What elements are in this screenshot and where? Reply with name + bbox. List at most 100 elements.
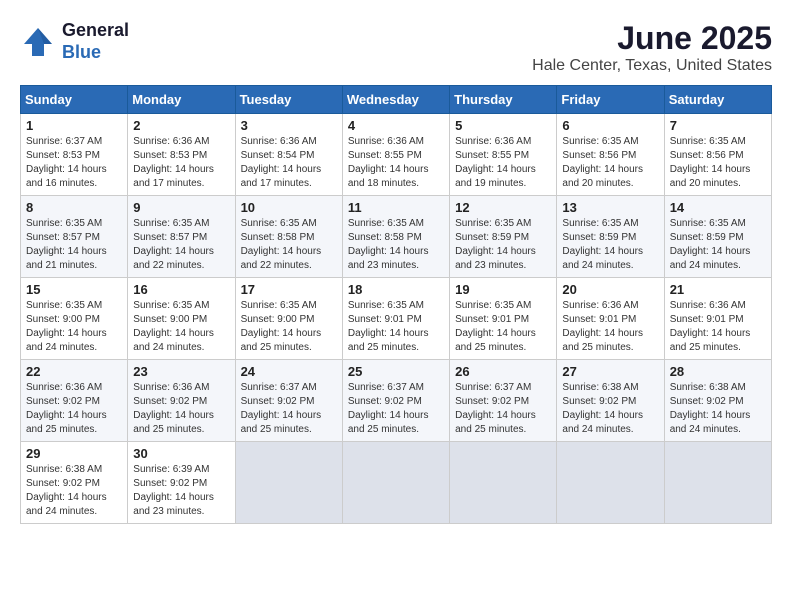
day-info: Sunrise: 6:35 AM Sunset: 9:00 PM Dayligh… xyxy=(241,299,337,355)
calendar-day-cell: 17 Sunrise: 6:35 AM Sunset: 9:00 PM Dayl… xyxy=(235,278,342,360)
day-info: Sunrise: 6:35 AM Sunset: 8:59 PM Dayligh… xyxy=(562,217,658,273)
calendar-day-cell: 25 Sunrise: 6:37 AM Sunset: 9:02 PM Dayl… xyxy=(342,360,449,442)
sunrise-label: Sunrise: 6:36 AM xyxy=(348,136,424,147)
daylight-label: Daylight: 14 hours and 21 minutes. xyxy=(26,246,107,271)
day-info: Sunrise: 6:38 AM Sunset: 9:02 PM Dayligh… xyxy=(562,381,658,437)
sunset-label: Sunset: 9:00 PM xyxy=(241,314,315,325)
daylight-label: Daylight: 14 hours and 16 minutes. xyxy=(26,164,107,189)
day-number: 27 xyxy=(562,364,658,379)
sunrise-label: Sunrise: 6:37 AM xyxy=(455,382,531,393)
calendar-day-cell: 20 Sunrise: 6:36 AM Sunset: 9:01 PM Dayl… xyxy=(557,278,664,360)
calendar-week-3: 15 Sunrise: 6:35 AM Sunset: 9:00 PM Dayl… xyxy=(21,278,772,360)
day-info: Sunrise: 6:36 AM Sunset: 8:55 PM Dayligh… xyxy=(348,135,444,191)
day-number: 4 xyxy=(348,118,444,133)
day-info: Sunrise: 6:36 AM Sunset: 9:01 PM Dayligh… xyxy=(670,299,766,355)
daylight-label: Daylight: 14 hours and 25 minutes. xyxy=(670,328,751,353)
day-info: Sunrise: 6:37 AM Sunset: 9:02 PM Dayligh… xyxy=(241,381,337,437)
sunset-label: Sunset: 8:53 PM xyxy=(133,150,207,161)
sunset-label: Sunset: 9:02 PM xyxy=(670,396,744,407)
day-number: 25 xyxy=(348,364,444,379)
day-number: 23 xyxy=(133,364,229,379)
daylight-label: Daylight: 14 hours and 24 minutes. xyxy=(26,492,107,517)
day-number: 19 xyxy=(455,282,551,297)
daylight-label: Daylight: 14 hours and 17 minutes. xyxy=(133,164,214,189)
page-header: General Blue June 2025 Hale Center, Texa… xyxy=(20,20,772,75)
logo: General Blue xyxy=(20,20,129,63)
day-info: Sunrise: 6:35 AM Sunset: 8:56 PM Dayligh… xyxy=(670,135,766,191)
sunset-label: Sunset: 8:59 PM xyxy=(562,232,636,243)
calendar-day-cell: 30 Sunrise: 6:39 AM Sunset: 9:02 PM Dayl… xyxy=(128,442,235,524)
daylight-label: Daylight: 14 hours and 25 minutes. xyxy=(241,328,322,353)
daylight-label: Daylight: 14 hours and 25 minutes. xyxy=(562,328,643,353)
sunset-label: Sunset: 8:57 PM xyxy=(133,232,207,243)
day-info: Sunrise: 6:35 AM Sunset: 8:59 PM Dayligh… xyxy=(670,217,766,273)
calendar-day-cell: 12 Sunrise: 6:35 AM Sunset: 8:59 PM Dayl… xyxy=(450,196,557,278)
calendar-day-cell: 14 Sunrise: 6:35 AM Sunset: 8:59 PM Dayl… xyxy=(664,196,771,278)
sunrise-label: Sunrise: 6:35 AM xyxy=(455,300,531,311)
day-info: Sunrise: 6:36 AM Sunset: 8:54 PM Dayligh… xyxy=(241,135,337,191)
calendar-day-cell: 4 Sunrise: 6:36 AM Sunset: 8:55 PM Dayli… xyxy=(342,114,449,196)
calendar-day-cell: 8 Sunrise: 6:35 AM Sunset: 8:57 PM Dayli… xyxy=(21,196,128,278)
calendar-day-cell xyxy=(342,442,449,524)
day-info: Sunrise: 6:39 AM Sunset: 9:02 PM Dayligh… xyxy=(133,463,229,519)
day-info: Sunrise: 6:37 AM Sunset: 9:02 PM Dayligh… xyxy=(455,381,551,437)
sunrise-label: Sunrise: 6:37 AM xyxy=(348,382,424,393)
calendar-day-cell: 27 Sunrise: 6:38 AM Sunset: 9:02 PM Dayl… xyxy=(557,360,664,442)
day-info: Sunrise: 6:35 AM Sunset: 9:01 PM Dayligh… xyxy=(348,299,444,355)
sunset-label: Sunset: 8:55 PM xyxy=(348,150,422,161)
day-number: 5 xyxy=(455,118,551,133)
location: Hale Center, Texas, United States xyxy=(532,57,772,75)
sunset-label: Sunset: 8:58 PM xyxy=(241,232,315,243)
day-number: 20 xyxy=(562,282,658,297)
sunrise-label: Sunrise: 6:39 AM xyxy=(133,464,209,475)
daylight-label: Daylight: 14 hours and 20 minutes. xyxy=(670,164,751,189)
calendar-day-cell: 26 Sunrise: 6:37 AM Sunset: 9:02 PM Dayl… xyxy=(450,360,557,442)
daylight-label: Daylight: 14 hours and 25 minutes. xyxy=(348,410,429,435)
daylight-label: Daylight: 14 hours and 23 minutes. xyxy=(133,492,214,517)
sunset-label: Sunset: 9:00 PM xyxy=(133,314,207,325)
day-number: 28 xyxy=(670,364,766,379)
day-number: 18 xyxy=(348,282,444,297)
header-sunday: Sunday xyxy=(21,86,128,114)
weekday-header-row: Sunday Monday Tuesday Wednesday Thursday… xyxy=(21,86,772,114)
logo-icon xyxy=(20,24,56,60)
daylight-label: Daylight: 14 hours and 25 minutes. xyxy=(455,410,536,435)
day-number: 9 xyxy=(133,200,229,215)
day-info: Sunrise: 6:35 AM Sunset: 8:56 PM Dayligh… xyxy=(562,135,658,191)
header-monday: Monday xyxy=(128,86,235,114)
day-info: Sunrise: 6:35 AM Sunset: 8:58 PM Dayligh… xyxy=(348,217,444,273)
day-number: 17 xyxy=(241,282,337,297)
title-area: June 2025 Hale Center, Texas, United Sta… xyxy=(532,20,772,75)
sunrise-label: Sunrise: 6:35 AM xyxy=(348,218,424,229)
sunset-label: Sunset: 8:59 PM xyxy=(670,232,744,243)
sunrise-label: Sunrise: 6:35 AM xyxy=(562,136,638,147)
day-number: 10 xyxy=(241,200,337,215)
day-info: Sunrise: 6:35 AM Sunset: 8:57 PM Dayligh… xyxy=(26,217,122,273)
sunrise-label: Sunrise: 6:38 AM xyxy=(26,464,102,475)
sunset-label: Sunset: 9:01 PM xyxy=(348,314,422,325)
calendar-day-cell: 15 Sunrise: 6:35 AM Sunset: 9:00 PM Dayl… xyxy=(21,278,128,360)
sunrise-label: Sunrise: 6:36 AM xyxy=(562,300,638,311)
calendar-day-cell: 10 Sunrise: 6:35 AM Sunset: 8:58 PM Dayl… xyxy=(235,196,342,278)
calendar-day-cell: 3 Sunrise: 6:36 AM Sunset: 8:54 PM Dayli… xyxy=(235,114,342,196)
calendar-day-cell: 6 Sunrise: 6:35 AM Sunset: 8:56 PM Dayli… xyxy=(557,114,664,196)
sunset-label: Sunset: 9:02 PM xyxy=(348,396,422,407)
sunset-label: Sunset: 8:57 PM xyxy=(26,232,100,243)
header-friday: Friday xyxy=(557,86,664,114)
sunset-label: Sunset: 8:53 PM xyxy=(26,150,100,161)
day-number: 8 xyxy=(26,200,122,215)
day-info: Sunrise: 6:36 AM Sunset: 9:01 PM Dayligh… xyxy=(562,299,658,355)
sunrise-label: Sunrise: 6:35 AM xyxy=(670,136,746,147)
calendar-day-cell: 13 Sunrise: 6:35 AM Sunset: 8:59 PM Dayl… xyxy=(557,196,664,278)
sunrise-label: Sunrise: 6:35 AM xyxy=(133,218,209,229)
calendar-week-1: 1 Sunrise: 6:37 AM Sunset: 8:53 PM Dayli… xyxy=(21,114,772,196)
sunrise-label: Sunrise: 6:35 AM xyxy=(241,218,317,229)
logo-text: General Blue xyxy=(62,20,129,63)
sunrise-label: Sunrise: 6:35 AM xyxy=(26,300,102,311)
sunrise-label: Sunrise: 6:35 AM xyxy=(241,300,317,311)
daylight-label: Daylight: 14 hours and 24 minutes. xyxy=(670,410,751,435)
day-info: Sunrise: 6:35 AM Sunset: 9:01 PM Dayligh… xyxy=(455,299,551,355)
calendar-day-cell xyxy=(235,442,342,524)
sunset-label: Sunset: 9:02 PM xyxy=(133,478,207,489)
day-number: 12 xyxy=(455,200,551,215)
